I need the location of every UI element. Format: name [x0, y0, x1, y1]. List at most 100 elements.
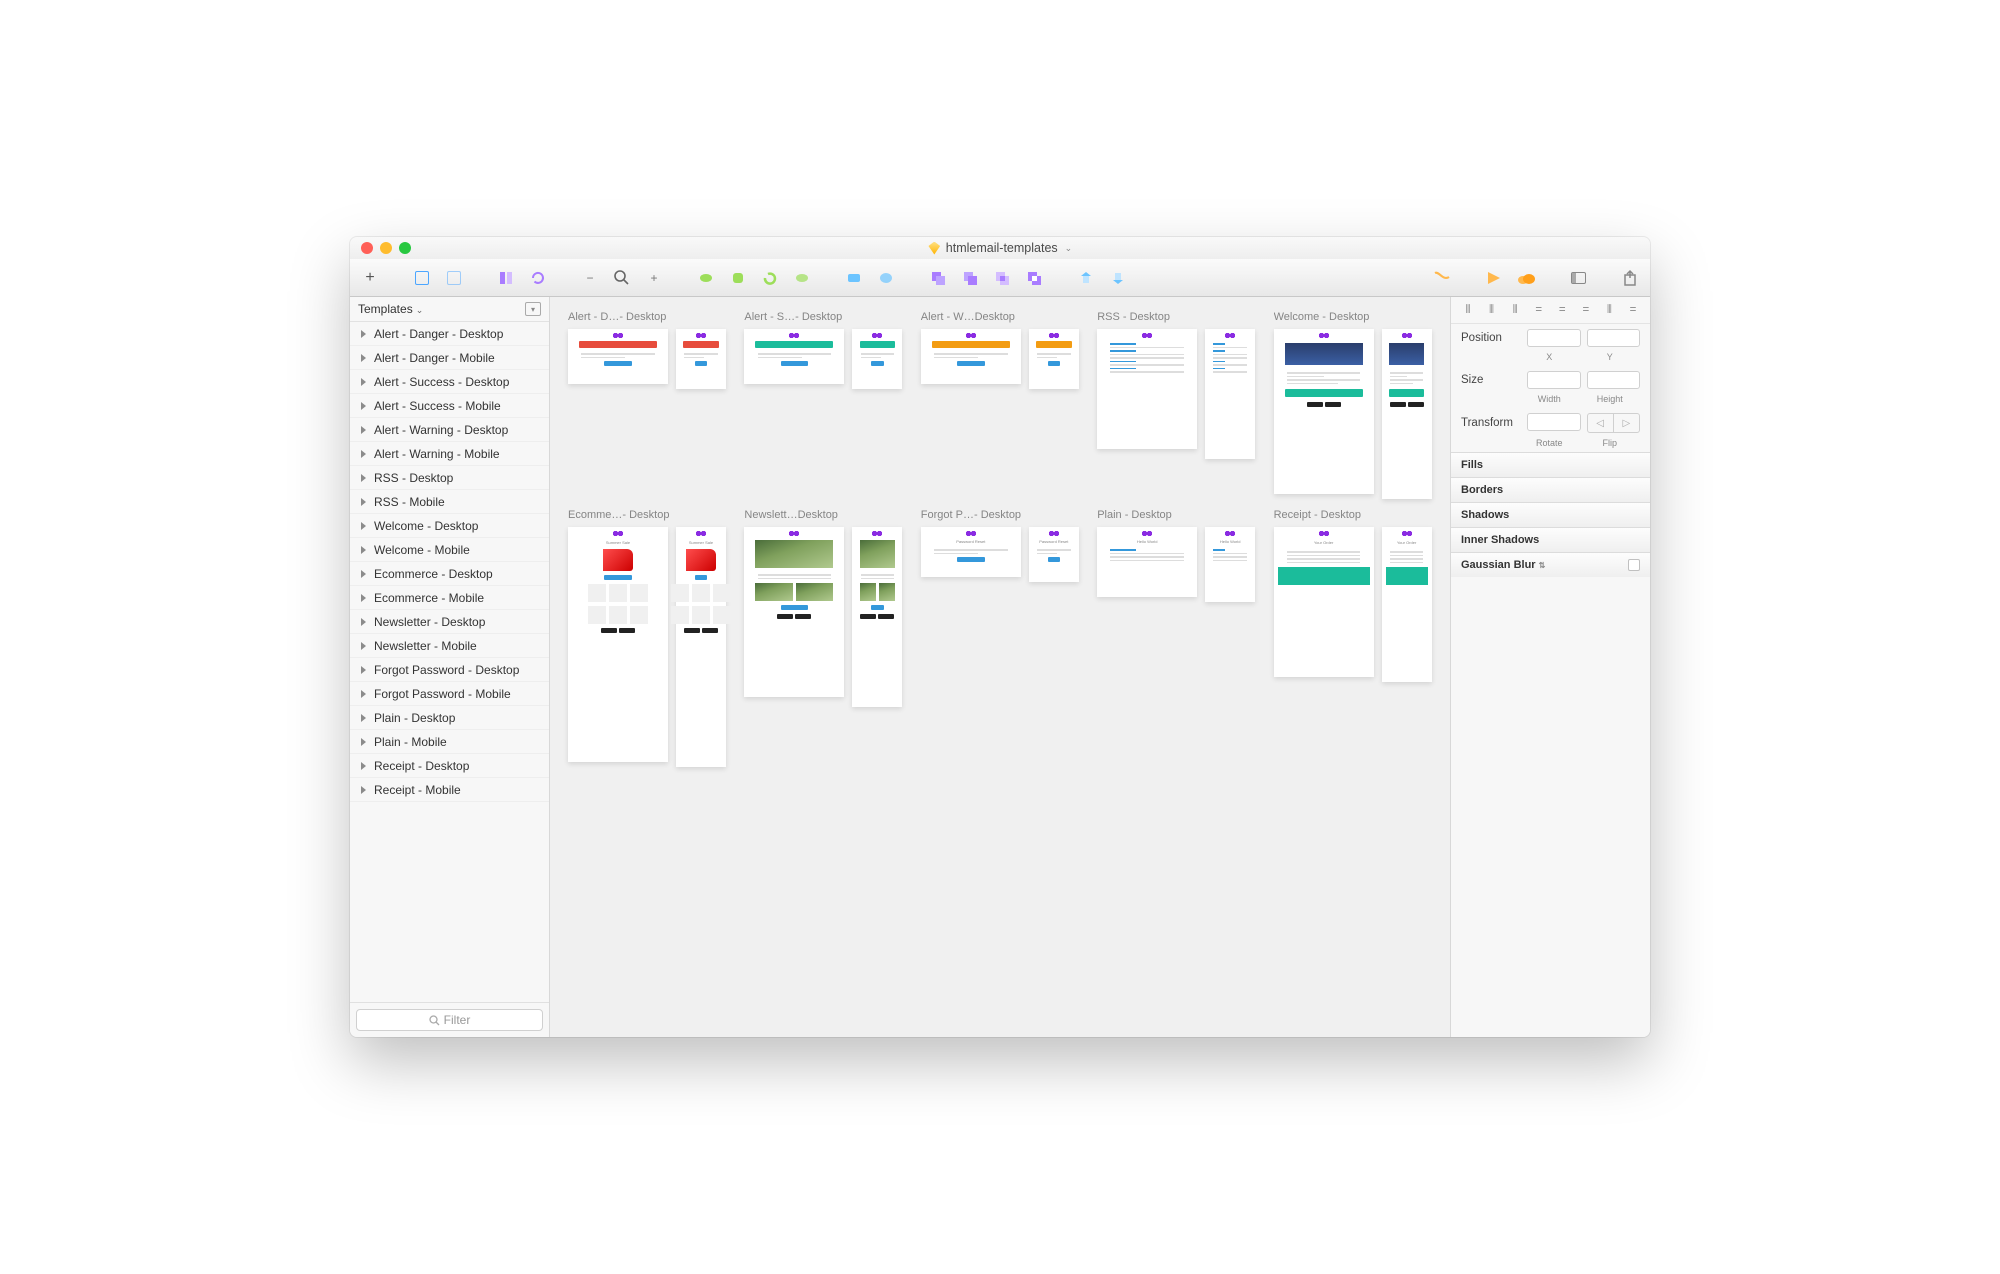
flatten-button[interactable] — [790, 266, 814, 290]
layer-row[interactable]: Alert - Danger - Mobile — [350, 346, 549, 370]
distribute-h-icon[interactable]: ⦀ — [1602, 303, 1616, 317]
disclosure-triangle-icon[interactable] — [361, 546, 366, 554]
artboard-thumb[interactable] — [744, 527, 844, 697]
artboard-thumb[interactable] — [1205, 329, 1255, 459]
layer-row[interactable]: Alert - Success - Desktop — [350, 370, 549, 394]
cloud-button[interactable] — [1514, 266, 1538, 290]
layer-row[interactable]: Plain - Desktop — [350, 706, 549, 730]
ungroup-button[interactable] — [442, 266, 466, 290]
artboard-thumb[interactable] — [744, 329, 844, 384]
artboard-thumb[interactable]: Your Order — [1274, 527, 1374, 677]
borders-section[interactable]: Borders — [1451, 477, 1650, 502]
layer-row[interactable]: Newsletter - Desktop — [350, 610, 549, 634]
maximize-icon[interactable] — [399, 242, 411, 254]
artboard-title[interactable]: Forgot P…- Desktop — [921, 509, 1079, 521]
disclosure-triangle-icon[interactable] — [361, 666, 366, 674]
disclosure-triangle-icon[interactable] — [361, 570, 366, 578]
gaussian-blur-section[interactable]: Gaussian Blur⇅ — [1451, 552, 1650, 577]
artboard-thumb[interactable] — [852, 329, 902, 389]
layer-row[interactable]: Plain - Mobile — [350, 730, 549, 754]
difference-button[interactable] — [1022, 266, 1046, 290]
align-right-icon[interactable]: ⦀ — [1508, 303, 1522, 317]
artboard-thumb[interactable] — [921, 329, 1021, 384]
artboard-title[interactable]: Plain - Desktop — [1097, 509, 1255, 521]
artboard-thumb[interactable] — [1097, 329, 1197, 449]
subtract-button[interactable] — [958, 266, 982, 290]
edit-button[interactable] — [694, 266, 718, 290]
position-y-input[interactable] — [1587, 329, 1641, 347]
layer-row[interactable]: Alert - Warning - Mobile — [350, 442, 549, 466]
blur-checkbox[interactable] — [1628, 559, 1640, 571]
view-button[interactable] — [1566, 266, 1590, 290]
rotate-input[interactable] — [1527, 413, 1581, 431]
disclosure-triangle-icon[interactable] — [361, 474, 366, 482]
layer-row[interactable]: Receipt - Desktop — [350, 754, 549, 778]
create-symbol-button[interactable] — [494, 266, 518, 290]
rotate-button[interactable] — [526, 266, 550, 290]
align-middle-icon[interactable]: = — [1555, 303, 1569, 317]
export-button[interactable] — [1618, 266, 1642, 290]
scale-button[interactable] — [874, 266, 898, 290]
disclosure-triangle-icon[interactable] — [361, 618, 366, 626]
disclosure-triangle-icon[interactable] — [361, 402, 366, 410]
artboard-thumb[interactable]: Password Reset — [921, 527, 1021, 577]
artboard-thumb[interactable] — [1382, 329, 1432, 499]
width-input[interactable] — [1527, 371, 1581, 389]
layer-row[interactable]: Welcome - Mobile — [350, 538, 549, 562]
artboard-thumb[interactable]: Summer Sale — [568, 527, 668, 762]
intersect-button[interactable] — [990, 266, 1014, 290]
disclosure-triangle-icon[interactable] — [361, 786, 366, 794]
layer-row[interactable]: Newsletter - Mobile — [350, 634, 549, 658]
artboard-thumb[interactable] — [568, 329, 668, 384]
layer-row[interactable]: Ecommerce - Desktop — [350, 562, 549, 586]
close-icon[interactable] — [361, 242, 373, 254]
mirror-button[interactable] — [1430, 266, 1454, 290]
zoom-in-button[interactable]: + — [642, 266, 666, 290]
layer-row[interactable]: RSS - Desktop — [350, 466, 549, 490]
artboard-thumb[interactable] — [676, 329, 726, 389]
shadows-section[interactable]: Shadows — [1451, 502, 1650, 527]
page-options-icon[interactable]: ▾ — [525, 302, 541, 316]
disclosure-triangle-icon[interactable] — [361, 738, 366, 746]
align-bottom-icon[interactable]: = — [1579, 303, 1593, 317]
forward-button[interactable] — [1074, 266, 1098, 290]
zoom-button[interactable] — [610, 266, 634, 290]
group-button[interactable] — [410, 266, 434, 290]
disclosure-triangle-icon[interactable] — [361, 714, 366, 722]
union-button[interactable] — [926, 266, 950, 290]
layer-row[interactable]: Forgot Password - Mobile — [350, 682, 549, 706]
disclosure-triangle-icon[interactable] — [361, 354, 366, 362]
layer-row[interactable]: Receipt - Mobile — [350, 778, 549, 802]
layer-row[interactable]: Alert - Danger - Desktop — [350, 322, 549, 346]
align-top-icon[interactable]: = — [1532, 303, 1546, 317]
artboard-title[interactable]: Welcome - Desktop — [1274, 311, 1432, 323]
inner-shadows-section[interactable]: Inner Shadows — [1451, 527, 1650, 552]
artboard-thumb[interactable]: Password Reset — [1029, 527, 1079, 582]
layer-tree[interactable]: Alert - Danger - DesktopAlert - Danger -… — [350, 322, 549, 1002]
artboard-thumb[interactable]: Summer Sale — [676, 527, 726, 767]
align-left-icon[interactable]: ⦀ — [1461, 303, 1475, 317]
disclosure-triangle-icon[interactable] — [361, 690, 366, 698]
align-center-h-icon[interactable]: ⦀ — [1485, 303, 1499, 317]
disclosure-triangle-icon[interactable] — [361, 378, 366, 386]
artboard-thumb[interactable] — [1029, 329, 1079, 389]
layer-row[interactable]: Welcome - Desktop — [350, 514, 549, 538]
height-input[interactable] — [1587, 371, 1641, 389]
filter-input[interactable]: Filter — [356, 1009, 543, 1031]
disclosure-triangle-icon[interactable] — [361, 594, 366, 602]
disclosure-triangle-icon[interactable] — [361, 498, 366, 506]
traffic-lights[interactable] — [350, 242, 411, 254]
artboard-title[interactable]: Receipt - Desktop — [1274, 509, 1432, 521]
layer-row[interactable]: Alert - Success - Mobile — [350, 394, 549, 418]
disclosure-triangle-icon[interactable] — [361, 522, 366, 530]
layer-row[interactable]: RSS - Mobile — [350, 490, 549, 514]
artboard-title[interactable]: RSS - Desktop — [1097, 311, 1255, 323]
alignment-controls[interactable]: ⦀ ⦀ ⦀ = = = ⦀ = — [1451, 297, 1650, 324]
zoom-out-button[interactable]: − — [578, 266, 602, 290]
artboard-thumb[interactable] — [852, 527, 902, 707]
minimize-icon[interactable] — [380, 242, 392, 254]
layer-row[interactable]: Forgot Password - Desktop — [350, 658, 549, 682]
rotate-copies-button[interactable] — [758, 266, 782, 290]
flip-h-icon[interactable]: ◁ — [1588, 414, 1614, 432]
layer-row[interactable]: Ecommerce - Mobile — [350, 586, 549, 610]
